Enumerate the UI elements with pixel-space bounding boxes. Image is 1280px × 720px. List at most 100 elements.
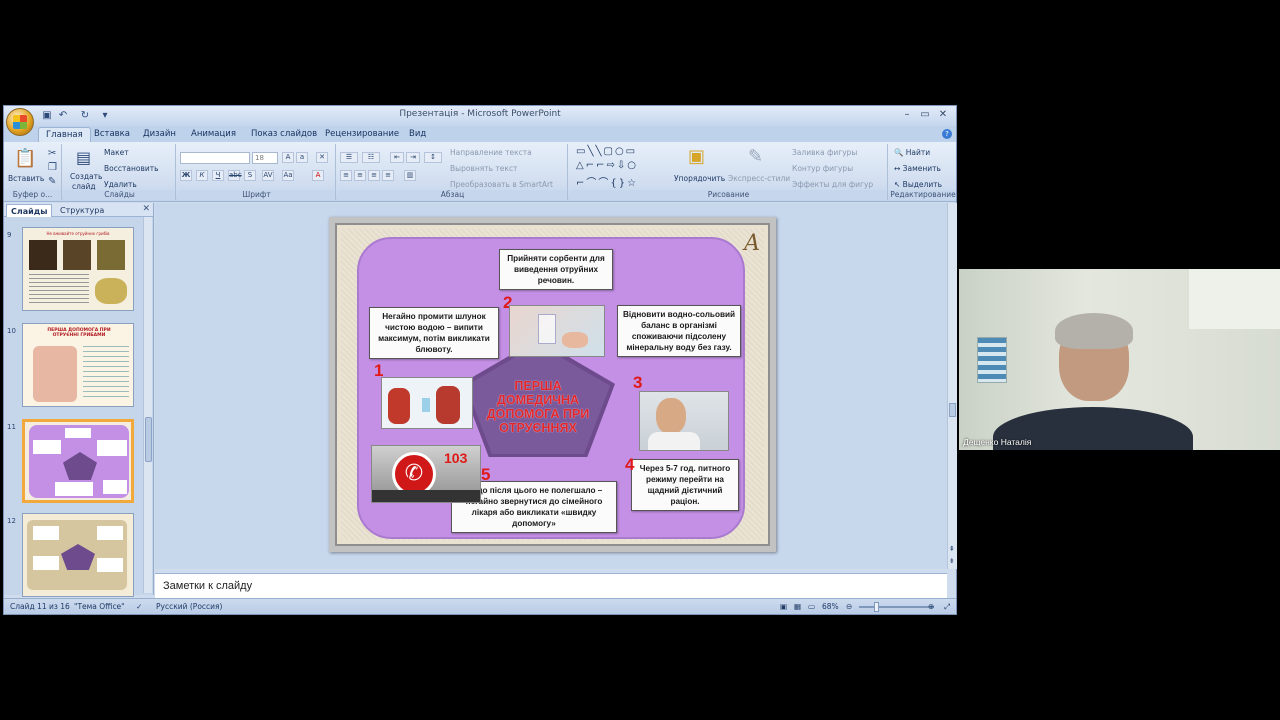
new-slide-button[interactable]: Создать [70, 172, 102, 181]
group-label-drawing: Рисование [570, 190, 887, 200]
underline-button[interactable]: Ч [212, 170, 224, 181]
slide-thumb-10[interactable]: ПЕРША ДОПОМОГА ПРИ ОТРУЄННІ ГРИБАМИ [22, 323, 134, 407]
pane-tabs: Слайды Структура ✕ [4, 203, 153, 217]
shape-effects-button[interactable]: Эффекты для фигур [792, 180, 873, 189]
tab-view[interactable]: Вид [402, 127, 433, 142]
tab-review[interactable]: Рецензирование [318, 127, 406, 142]
group-label-paragraph: Абзац [338, 190, 567, 200]
decrease-indent-button[interactable]: ⇤ [390, 152, 404, 163]
pane-scrollbar[interactable] [143, 217, 152, 593]
zoom-out-icon[interactable]: ⊖ [846, 602, 852, 611]
help-icon[interactable]: ? [942, 129, 952, 139]
smartart-button[interactable]: Преобразовать в SmartArt [450, 180, 553, 189]
group-clipboard: 📋 Вставить ✂ ❐ ✎ Буфер о... [4, 144, 62, 200]
text-direction-button[interactable]: Направление текста [450, 148, 532, 157]
sorter-view-icon[interactable]: ▦ [794, 602, 801, 611]
group-editing: 🔍 Найти ↔ Заменить ↖ Выделить Редактиров… [890, 144, 956, 200]
paste-button[interactable]: Вставить [8, 174, 44, 183]
shapes-gallery-row3[interactable]: ⌐⌒⌒{}☆ [576, 174, 638, 189]
language-indicator[interactable]: Русский (Россия) [156, 602, 222, 611]
tab-slideshow[interactable]: Показ слайдов [244, 127, 324, 142]
columns-button[interactable]: ▥ [404, 170, 416, 181]
cut-icon[interactable]: ✂ [48, 148, 56, 159]
slide-thumb-11-selected[interactable] [22, 419, 134, 503]
format-painter-icon[interactable]: ✎ [48, 176, 56, 187]
zoom-level[interactable]: 68% [822, 602, 839, 611]
find-button[interactable]: 🔍 Найти [894, 148, 930, 157]
delete-button[interactable]: Удалить [104, 180, 137, 189]
numbering-button[interactable]: ☷ [362, 152, 380, 163]
fit-window-icon[interactable]: ⤢ [944, 602, 950, 612]
align-right-button[interactable]: ≡ [368, 170, 380, 181]
slideshow-view-icon[interactable]: ▭ [808, 602, 815, 611]
tab-design[interactable]: Дизайн [136, 127, 183, 142]
shapes-gallery-row2[interactable]: △⌐⌐⇨⇩○ [576, 160, 638, 171]
close-button[interactable]: ✕ [934, 108, 952, 122]
arrange-button[interactable]: Упорядочить [674, 174, 725, 183]
clear-format-button[interactable]: ✕ [316, 152, 328, 163]
zoom-slider-knob[interactable] [874, 602, 879, 612]
close-pane-icon[interactable]: ✕ [142, 204, 150, 214]
quick-styles-icon[interactable]: ✎ [748, 146, 763, 167]
font-family-field[interactable] [180, 152, 250, 164]
bullets-button[interactable]: ☰ [340, 152, 358, 163]
slide-thumb-12[interactable] [22, 513, 134, 597]
tab-slides-pane[interactable]: Слайды [6, 204, 53, 217]
minimize-button[interactable]: – [898, 108, 916, 122]
zoom-in-icon[interactable]: ⊕ [928, 602, 934, 611]
prev-slide-icon[interactable]: ⇞ [949, 545, 955, 553]
thumb-image [63, 240, 91, 270]
slide-vertical-scrollbar[interactable]: ⇞ ⇟ [947, 203, 957, 569]
slide-thumb-9[interactable]: Не вживайте отруйних грибів [22, 227, 134, 311]
current-slide[interactable]: A ПЕРША ДОМЕДИЧНА ДОПОМОГА ПРИ ОТРУЄННЯХ… [329, 217, 776, 552]
step1-text: Негайно промити шлунок чистою водою – ви… [369, 307, 499, 359]
select-button[interactable]: ↖ Выделить [894, 180, 942, 189]
replace-button[interactable]: ↔ Заменить [894, 164, 941, 173]
font-size-field[interactable]: 18 [252, 152, 278, 164]
slide-scroll-thumb[interactable] [949, 403, 956, 417]
shadow-button[interactable]: S [244, 170, 256, 181]
shape-fill-button[interactable]: Заливка фигуры [792, 148, 857, 157]
copy-icon[interactable]: ❐ [48, 162, 57, 173]
align-text-button[interactable]: Выровнять текст [450, 164, 517, 173]
shrink-font-button[interactable]: a [296, 152, 308, 163]
layout-button[interactable]: Макет [104, 148, 129, 157]
font-color-button[interactable]: A [312, 170, 324, 181]
paste-icon[interactable]: 📋 [14, 148, 36, 169]
pane-scroll-thumb[interactable] [145, 417, 152, 462]
notes-pane[interactable]: Заметки к слайду [155, 573, 947, 599]
justify-button[interactable]: ≡ [382, 170, 394, 181]
italic-button[interactable]: К [196, 170, 208, 181]
bold-button[interactable]: Ж [180, 170, 192, 181]
replace-label: Заменить [902, 164, 941, 173]
tab-outline-pane[interactable]: Структура [56, 204, 108, 217]
arrange-icon[interactable]: ▣ [688, 146, 705, 167]
normal-view-icon[interactable]: ▣ [780, 602, 787, 611]
tab-insert[interactable]: Вставка [87, 127, 137, 142]
shape-outline-button[interactable]: Контур фигуры [792, 164, 853, 173]
office-button[interactable] [6, 108, 34, 136]
shapes-gallery[interactable]: ▭╲╲▢○▭ [576, 146, 637, 157]
case-button[interactable]: Aa [282, 170, 294, 181]
quick-styles-button[interactable]: Экспресс-стили [728, 174, 790, 183]
zoom-slider[interactable] [859, 606, 934, 608]
align-center-button[interactable]: ≡ [354, 170, 366, 181]
line-spacing-button[interactable]: ↕ [424, 152, 442, 163]
thumb-image [29, 240, 57, 270]
notes-placeholder[interactable]: Заметки к слайду [163, 580, 252, 592]
tab-home[interactable]: Главная [38, 127, 91, 142]
group-slides: ▤ Создать слайд Макет Восстановить Удали… [64, 144, 176, 200]
thumb-box [97, 526, 123, 540]
spacing-button[interactable]: AV [262, 170, 274, 181]
restore-button[interactable]: Восстановить [104, 164, 159, 173]
new-slide-icon[interactable]: ▤ [76, 148, 91, 167]
next-slide-icon[interactable]: ⇟ [949, 557, 955, 565]
strike-button[interactable]: abc [228, 170, 242, 181]
increase-indent-button[interactable]: ⇥ [406, 152, 420, 163]
maximize-button[interactable]: ▭ [916, 108, 934, 122]
step-number-4: 4 [625, 455, 635, 474]
spellcheck-icon[interactable]: ✓ [136, 602, 142, 611]
tab-animation[interactable]: Анимация [184, 127, 243, 142]
align-left-button[interactable]: ≡ [340, 170, 352, 181]
grow-font-button[interactable]: A [282, 152, 294, 163]
